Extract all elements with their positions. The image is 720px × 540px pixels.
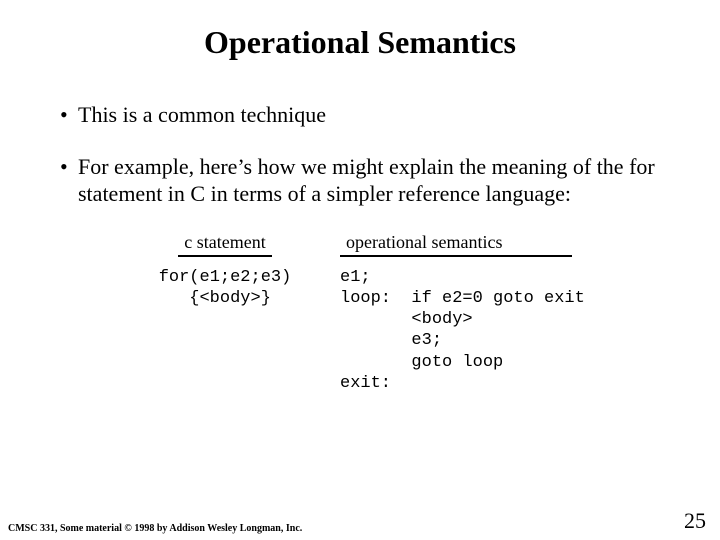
code-operational-semantics: e1; loop: if e2=0 goto exit <body> e3; g… — [340, 267, 660, 395]
column-operational-semantics: operational semantics e1; loop: if e2=0 … — [340, 232, 660, 395]
bullet-dot-icon: • — [60, 153, 78, 181]
column-c-statement: c statement for(e1;e2;e3) {<body>} — [110, 232, 340, 310]
code-c-statement: for(e1;e2;e3) {<body>} — [110, 267, 340, 310]
comparison-columns: c statement for(e1;e2;e3) {<body>} opera… — [110, 232, 720, 395]
column-header-left: c statement — [178, 232, 271, 257]
bullet-text: This is a common technique — [78, 101, 660, 129]
bullet-dot-icon: • — [60, 101, 78, 129]
bullet-item: • This is a common technique — [60, 101, 660, 129]
column-header-right: operational semantics — [340, 232, 572, 257]
page-number: 25 — [684, 508, 706, 534]
slide-title: Operational Semantics — [0, 0, 720, 61]
slide: Operational Semantics • This is a common… — [0, 0, 720, 540]
bullet-list: • This is a common technique • For examp… — [60, 101, 660, 208]
bullet-text: For example, here’s how we might explain… — [78, 153, 660, 208]
bullet-item: • For example, here’s how we might expla… — [60, 153, 660, 208]
footer-text: CMSC 331, Some material © 1998 by Addiso… — [8, 523, 302, 534]
